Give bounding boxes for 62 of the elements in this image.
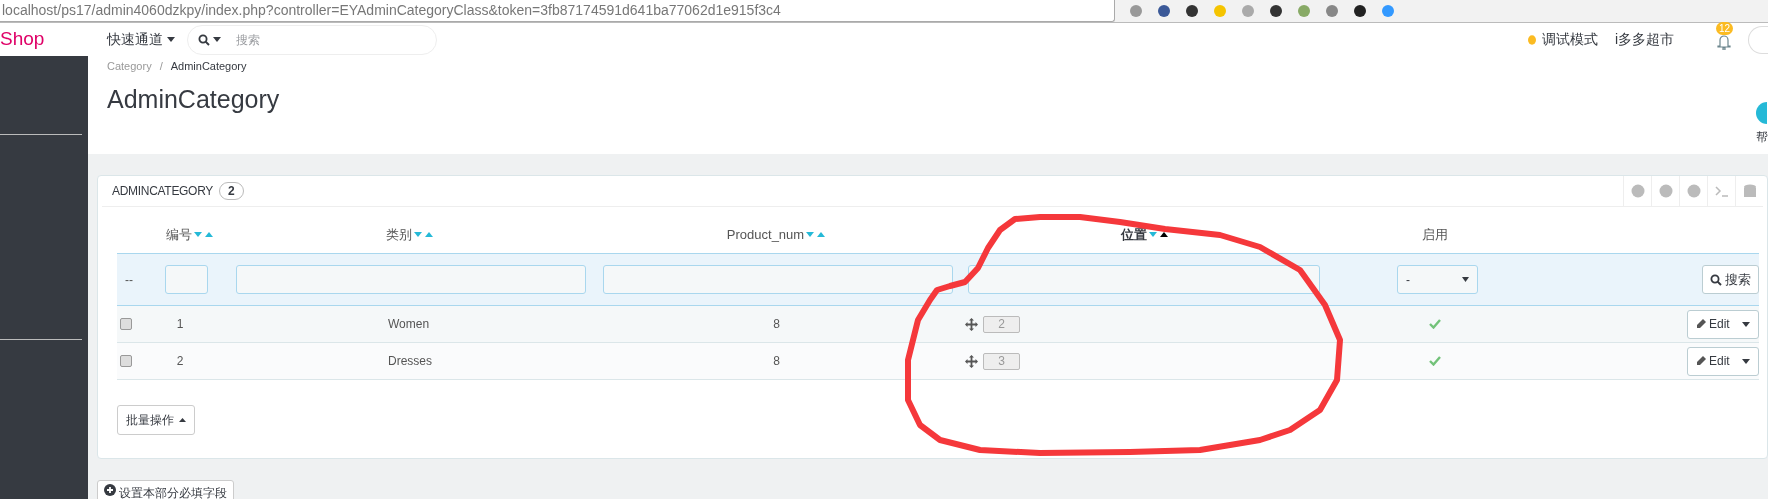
id-text: 1 <box>175 316 185 333</box>
bell-icon[interactable] <box>1717 33 1731 50</box>
id-text: 2 <box>175 353 185 370</box>
caret-icon <box>1742 358 1750 364</box>
terminal-icon[interactable] <box>1714 184 1729 198</box>
panel-title: ADMINCATEGORY <box>112 183 213 200</box>
caret-icon <box>213 37 221 42</box>
page-title: AdminCategory <box>107 83 280 115</box>
row-checkbox[interactable] <box>120 355 132 367</box>
sort-icon[interactable] <box>1149 232 1169 238</box>
product-count: 8 <box>772 353 781 370</box>
breadcrumb-separator: / <box>159 59 163 74</box>
column-header: 位置 <box>1121 226 1147 245</box>
edit-button-group[interactable]: Edit <box>1687 346 1759 376</box>
search-icon <box>1710 273 1722 286</box>
shop-name-link[interactable]: i多多超市 <box>1614 29 1674 50</box>
row-checkbox[interactable] <box>120 318 132 330</box>
column-header: 启用 <box>1422 226 1448 245</box>
product-count: 8 <box>772 316 781 333</box>
filter-input[interactable] <box>165 265 208 294</box>
caret-icon <box>167 37 175 42</box>
breadcrumb-current: AdminCategory <box>170 59 247 74</box>
move-icon[interactable] <box>965 317 978 331</box>
logo-text[interactable]: Shop <box>0 25 107 54</box>
bulk-actions-button[interactable]: 批量操作 <box>117 405 195 435</box>
plus-circle-icon <box>104 484 116 496</box>
column-header: 类别 <box>385 226 412 245</box>
required-fields-button[interactable]: 设置本部分必填字段 <box>97 480 234 499</box>
check-icon[interactable] <box>1429 319 1441 329</box>
extension-icon[interactable] <box>1157 4 1171 18</box>
extension-icon[interactable] <box>1269 4 1283 18</box>
move-icon[interactable] <box>965 354 978 368</box>
caret-icon <box>179 418 186 422</box>
extension-icon[interactable] <box>1353 4 1367 18</box>
column-header: Product_num <box>726 226 805 245</box>
column-header: 编号 <box>166 226 192 245</box>
edit-button-group[interactable]: Edit <box>1687 309 1759 339</box>
caret-icon <box>1462 277 1469 282</box>
filter-input[interactable] <box>603 265 953 294</box>
quick-access-menu[interactable]: 快速通道 <box>107 29 175 50</box>
reset-filter-text: -- <box>124 271 134 289</box>
active-filter-select[interactable]: - <box>1397 265 1478 294</box>
filter-input[interactable] <box>968 265 1320 294</box>
help-label[interactable]: 帮 <box>1756 128 1768 146</box>
position-badge: 2 <box>983 315 1020 333</box>
category-name: Dresses <box>387 353 433 370</box>
pencil-icon <box>1696 356 1706 366</box>
caret-icon <box>1742 321 1750 327</box>
category-name: Women <box>387 316 431 333</box>
bug-icon <box>1526 34 1537 45</box>
search-icon <box>198 33 210 46</box>
debug-mode-text[interactable]: 调试模式 <box>1541 29 1598 50</box>
extension-icon[interactable] <box>1185 4 1199 18</box>
search-input[interactable]: 搜索 <box>236 30 416 49</box>
pencil-icon <box>1696 319 1706 329</box>
edit-label[interactable]: Edit <box>1709 352 1730 370</box>
check-icon[interactable] <box>1429 356 1441 366</box>
edit-label[interactable]: Edit <box>1709 315 1730 333</box>
position-badge: 3 <box>983 352 1020 370</box>
search-button[interactable]: 搜索 <box>1702 265 1759 294</box>
database-icon[interactable] <box>1742 184 1757 198</box>
filter-input[interactable] <box>236 265 586 294</box>
